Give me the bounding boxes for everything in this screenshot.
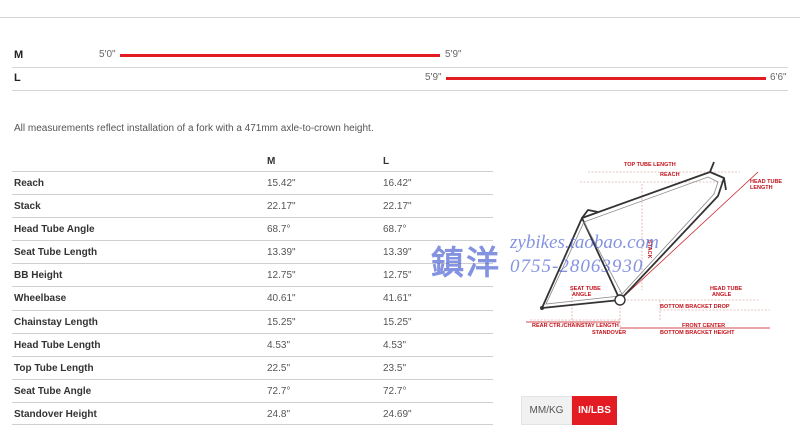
row-name: Standover Height xyxy=(14,408,97,420)
value-l: 68.7° xyxy=(383,224,407,236)
header-size-m: M xyxy=(267,156,276,167)
size-range-m: M 5'0" 5'9" xyxy=(12,44,788,68)
fork-note: All measurements reflect installation of… xyxy=(14,123,374,134)
geometry-table: M L Reach 15.42" 16.42" Stack 22.17" 22.17" … xyxy=(12,153,493,426)
label-head-tube-length-2: LENGTH xyxy=(750,185,773,191)
label-bb-drop: BOTTOM BRACKET DROP xyxy=(660,304,730,310)
table-row: Wheelbase 40.61" 41.61" xyxy=(12,286,493,309)
row-divider xyxy=(12,90,788,91)
watermark-phone: 0755-28063930 xyxy=(510,256,644,277)
label-top-tube-length: TOP TUBE LENGTH xyxy=(624,162,676,168)
row-name: Reach xyxy=(14,178,45,189)
label-rear-center: REAR CTR./CHAINSTAY LENGTH xyxy=(532,323,619,329)
table-row: Standover Height 24.8" 24.69" xyxy=(12,401,493,426)
table-header: M L xyxy=(12,153,493,171)
value-m: 12.75" xyxy=(267,270,296,282)
value-l: 22.17" xyxy=(383,201,412,213)
height-range-bar xyxy=(120,54,440,57)
value-m: 4.53" xyxy=(267,339,291,351)
size-label: L xyxy=(14,72,21,84)
value-m: 22.17" xyxy=(267,201,296,213)
table-row: Stack 22.17" 22.17" xyxy=(12,194,493,217)
row-name: Seat Tube Length xyxy=(14,247,98,259)
value-m: 15.42" xyxy=(267,178,296,189)
value-l: 41.61" xyxy=(383,293,412,305)
table-row: Head Tube Angle 68.7° 68.7° xyxy=(12,217,493,240)
label-bb-height: BOTTOM BRACKET HEIGHT xyxy=(660,330,735,336)
row-name: Seat Tube Angle xyxy=(14,385,92,397)
value-l: 16.42" xyxy=(383,178,412,189)
label-head-tube-angle-2: ANGLE xyxy=(712,292,732,298)
value-l: 72.7° xyxy=(383,385,407,397)
value-m: 15.25" xyxy=(267,316,296,328)
label-front-center: FRONT CENTER xyxy=(682,323,725,329)
header-size-l: L xyxy=(383,156,390,167)
height-from: 5'0" xyxy=(99,49,116,60)
value-m: 72.7° xyxy=(267,385,291,397)
unit-metric-button[interactable]: MM/KG xyxy=(521,396,572,425)
label-reach: REACH xyxy=(660,172,680,178)
size-label: M xyxy=(14,49,24,61)
watermark-site: zybikes.taobao.com xyxy=(510,232,659,253)
value-m: 40.61" xyxy=(267,293,296,305)
height-to: 5'9" xyxy=(445,49,462,60)
value-l: 4.53" xyxy=(383,339,407,351)
row-name: Head Tube Angle xyxy=(14,224,95,236)
unit-imperial-button[interactable]: IN/LBS xyxy=(572,396,617,425)
value-l: 24.69" xyxy=(383,408,412,420)
label-seat-tube-angle-2: ANGLE xyxy=(572,292,592,298)
row-name: Wheelbase xyxy=(14,293,67,305)
unit-toggle: MM/KG IN/LBS xyxy=(521,396,617,425)
table-row: Seat Tube Angle 72.7° 72.7° xyxy=(12,378,493,402)
row-name: Chainstay Length xyxy=(14,316,98,328)
height-to: 6'6" xyxy=(770,72,787,83)
value-l: 13.39" xyxy=(383,247,412,259)
table-row: Head Tube Length 4.53" 4.53" xyxy=(12,332,493,356)
value-l: 23.5" xyxy=(383,362,407,374)
value-l: 12.75" xyxy=(383,270,412,282)
table-row: Chainstay Length 15.25" 15.25" xyxy=(12,309,493,333)
row-name: Top Tube Length xyxy=(14,362,94,374)
watermark-chinese: 鎮洋 xyxy=(431,243,501,282)
top-divider xyxy=(0,17,800,18)
value-m: 68.7° xyxy=(267,224,291,236)
size-range-l: L 5'9" 6'6" xyxy=(12,67,788,91)
height-range-bar xyxy=(446,77,766,80)
row-name: Head Tube Length xyxy=(14,339,101,351)
table-row: Reach 15.42" 16.42" xyxy=(12,171,493,194)
label-standover: STANDOVER xyxy=(592,330,626,336)
row-name: BB Height xyxy=(14,270,63,282)
value-m: 22.5" xyxy=(267,362,291,374)
row-name: Stack xyxy=(14,201,41,213)
height-from: 5'9" xyxy=(425,72,442,83)
value-m: 24.8" xyxy=(267,408,291,420)
table-row: BB Height 12.75" 12.75" xyxy=(12,263,493,286)
value-l: 15.25" xyxy=(383,316,412,328)
table-row: Top Tube Length 22.5" 23.5" xyxy=(12,355,493,379)
value-m: 13.39" xyxy=(267,247,296,259)
table-row: Seat Tube Length 13.39" 13.39" xyxy=(12,240,493,263)
